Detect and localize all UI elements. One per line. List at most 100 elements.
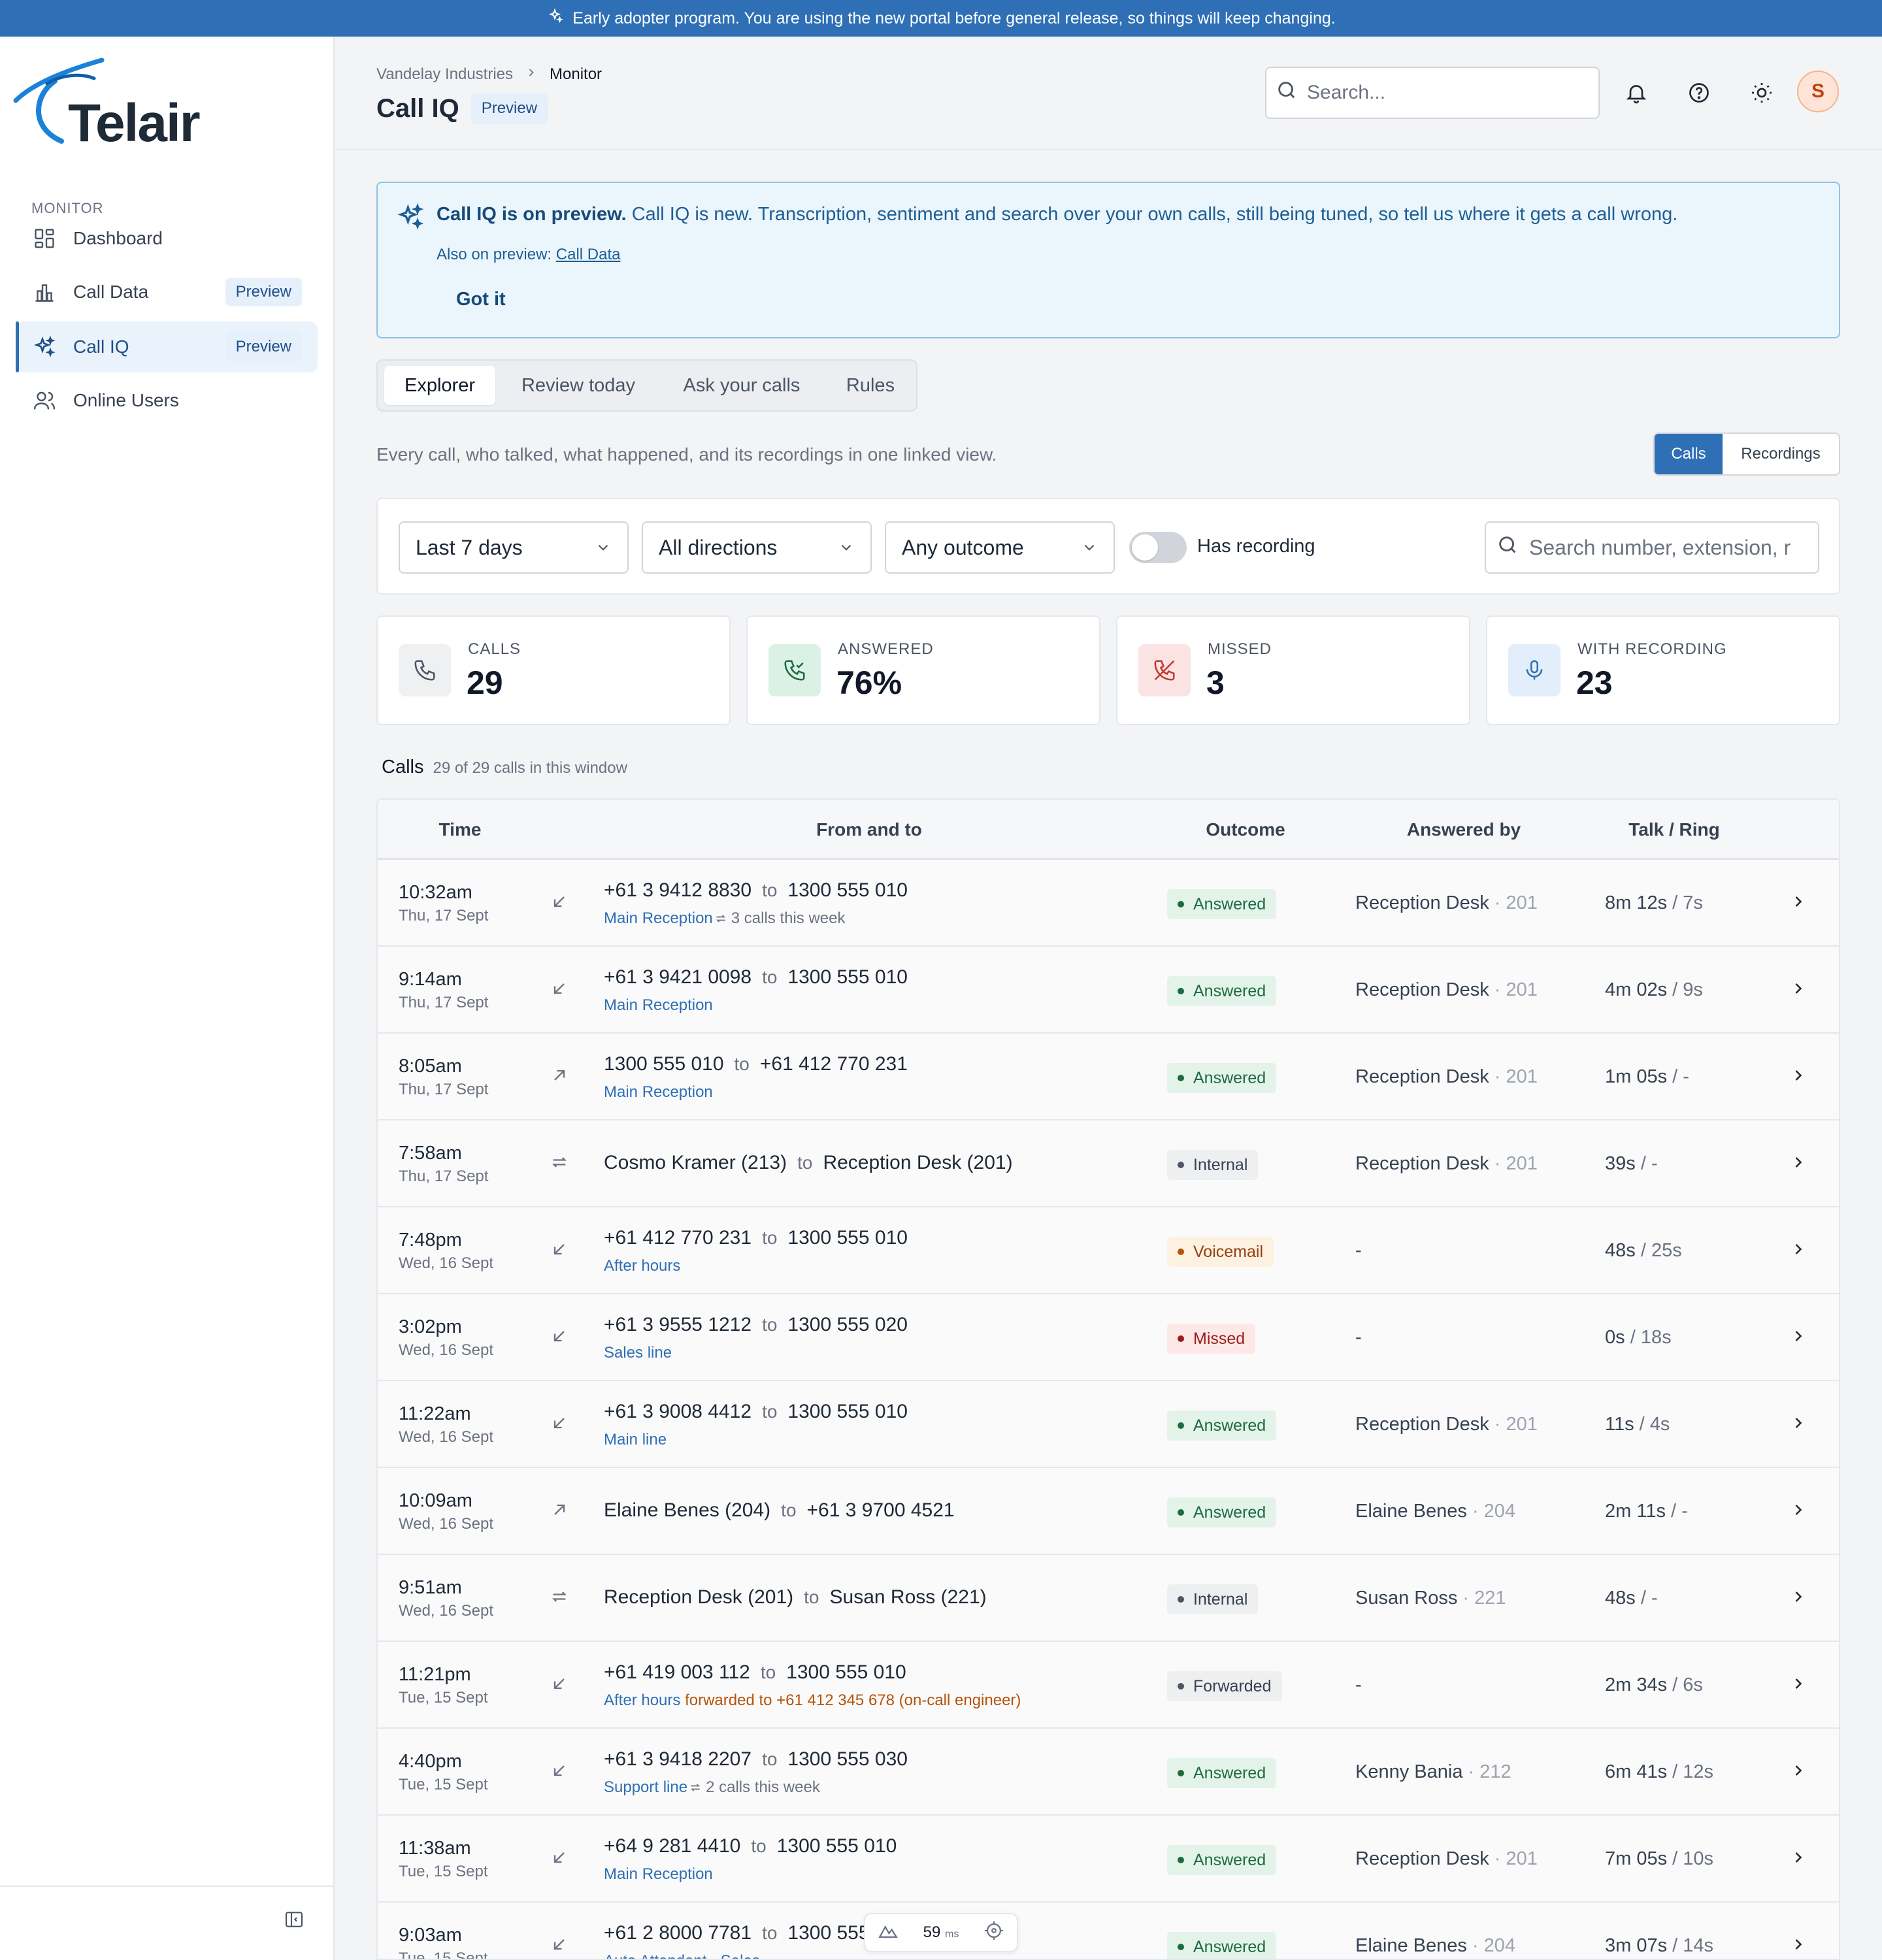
table-row[interactable]: 7:48pm Wed, 16 Sept +61 412 770 231 to 1300 … [378,1207,1839,1294]
incoming-call-icon [550,1761,570,1781]
chevron-right-icon[interactable] [1789,1414,1809,1433]
line-name[interactable]: Main Reception [604,1865,713,1883]
bell-icon[interactable] [1623,80,1649,106]
outcome-badge: Answered [1167,889,1277,919]
line-name[interactable]: Main Reception [604,996,713,1014]
call-data-link[interactable]: Call Data [556,246,621,263]
call-to: +61 3 9700 4521 [806,1499,955,1521]
sun-icon[interactable] [1749,80,1775,106]
table-row[interactable]: 8:05am Thu, 17 Sept 1300 555 010 to +61 412 … [378,1034,1839,1120]
chevron-right-icon[interactable] [1789,892,1809,912]
talk-ring: 48s / 25s [1605,1240,1682,1262]
answered-by: Reception Desk · 201 [1355,1066,1538,1088]
table-row[interactable]: 11:22am Wed, 16 Sept +61 3 9008 4412 to 1300… [378,1381,1839,1468]
line-name[interactable]: Main Reception [604,909,713,927]
tab-ask-your-calls[interactable]: Ask your calls [661,366,822,405]
line-name[interactable]: Sales line [604,1344,672,1362]
outcome-select[interactable]: Any outcome [885,521,1115,574]
call-to-separator: to [781,1500,797,1520]
chevron-right-icon[interactable] [1789,1761,1809,1781]
table-row[interactable]: 9:51am Wed, 16 Sept Reception Desk (201) to… [378,1555,1839,1642]
global-search-input[interactable]: Search... [1265,67,1600,119]
call-date: Thu, 17 Sept [399,1168,489,1185]
direction-select[interactable]: All directions [642,521,872,574]
chevron-right-icon[interactable] [1789,1935,1809,1955]
call-from: Cosmo Kramer (213) [604,1152,787,1173]
table-row[interactable]: 9:14am Thu, 17 Sept +61 3 9421 0098 to 1300 … [378,947,1839,1034]
table-row[interactable]: 4:40pm Tue, 15 Sept +61 3 9418 2207 to 1300 … [378,1729,1839,1816]
table-row[interactable]: 3:02pm Wed, 16 Sept +61 3 9555 1212 to 1300 … [378,1294,1839,1381]
answered-by: Reception Desk · 201 [1355,1414,1538,1435]
sidebar-item-call-data[interactable]: Call Data Preview [16,267,318,318]
line-name[interactable]: Auto Attendant · Sales [604,1952,760,1959]
answered-by-name: - [1355,1240,1362,1261]
chevron-right-icon[interactable] [1789,1240,1809,1260]
table-row[interactable]: 11:21pm Tue, 15 Sept +61 419 003 112 to 1300… [378,1642,1839,1729]
crosshair-icon[interactable] [983,1919,1005,1946]
outcome-badge: Answered [1167,1063,1277,1093]
answered-by-name: Reception Desk [1355,1848,1489,1869]
got-it-button[interactable]: Got it [456,289,506,310]
call-parties: +61 419 003 112 to 1300 555 010 [604,1661,906,1684]
line-name[interactable]: Main line [604,1431,667,1448]
help-icon[interactable] [1686,80,1712,106]
chevron-right-icon[interactable] [1789,1066,1809,1086]
chevron-right-icon[interactable] [1789,1153,1809,1173]
sidebar-item-call-iq[interactable]: Call IQ Preview [16,321,318,372]
line-name[interactable]: After hours [604,1257,680,1275]
tab-review-today[interactable]: Review today [503,366,653,405]
outcome-badge: Answered [1167,1411,1277,1441]
tab-rules[interactable]: Rules [830,366,911,405]
page-title-text: Call IQ [376,93,459,123]
talk-time: 2m 11s [1605,1501,1666,1522]
triangle-icon[interactable] [877,1919,899,1946]
chevron-right-icon[interactable] [1789,1501,1809,1520]
column-header-outcome[interactable]: Outcome [1206,819,1285,840]
talk-ring: 7m 05s / 10s [1605,1848,1713,1870]
column-header-answered-by[interactable]: Answered by [1407,819,1521,840]
answered-by: - [1355,1240,1362,1262]
table-row[interactable]: 9:03am Tue, 15 Sept +61 2 8000 7781 to 1300 … [378,1903,1839,1959]
call-time: 11:22am [399,1403,471,1424]
telair-logo[interactable]: Telair [9,55,218,153]
call-from: +61 412 770 231 [604,1227,752,1249]
table-row[interactable]: 10:09am Wed, 16 Sept Elaine Benes (204) to +… [378,1468,1839,1555]
line-name[interactable]: After hours [604,1691,680,1709]
chevron-down-icon [1084,544,1095,551]
sidebar-item-online-users[interactable]: Online Users [16,375,318,426]
period-select[interactable]: Last 7 days [399,521,629,574]
collapse-sidebar-icon[interactable] [284,1909,310,1935]
answered-by: Reception Desk · 201 [1355,1153,1538,1175]
answered-by: Susan Ross · 221 [1355,1588,1506,1609]
chevron-right-icon[interactable] [1789,1848,1809,1868]
call-line: Main Reception [604,1865,713,1884]
recordings-view-button[interactable]: Recordings [1723,434,1839,474]
column-header-talk-ring[interactable]: Talk / Ring [1628,819,1720,840]
line-name[interactable]: Main Reception [604,1083,713,1101]
brand-name: Telair [68,93,201,153]
answered-by-ext: · 212 [1468,1761,1511,1782]
tab-explorer[interactable]: Explorer [384,366,495,405]
chevron-right-icon[interactable] [1789,979,1809,999]
sidebar: Telair MONITOR Dashboard Call Data Previ… [0,37,335,1960]
direction-value: All directions [659,535,778,559]
calls-view-button[interactable]: Calls [1655,434,1723,474]
avatar[interactable]: S [1797,71,1839,112]
call-search-input[interactable]: Search number, extension, r [1485,521,1819,574]
breadcrumb-org[interactable]: Vandelay Industries [376,65,513,84]
call-time: 9:14am [399,969,462,990]
table-row[interactable]: 7:58am Thu, 17 Sept Cosmo Kramer (213) to Re… [378,1120,1839,1207]
chevron-right-icon[interactable] [1789,1588,1809,1607]
talk-ring: 3m 07s / 14s [1605,1935,1713,1957]
call-parties: +61 412 770 231 to 1300 555 010 [604,1227,908,1249]
column-header-from-to[interactable]: From and to [816,819,922,840]
line-name[interactable]: Support line [604,1778,687,1796]
table-row[interactable]: 10:32am Thu, 17 Sept +61 3 9412 8830 to 1300… [378,860,1839,947]
table-row[interactable]: 11:38am Tue, 15 Sept +64 9 281 4410 to 1300 … [378,1816,1839,1903]
chevron-right-icon[interactable] [1789,1674,1809,1694]
column-header-time[interactable]: Time [439,819,482,840]
chevron-right-icon[interactable] [1789,1327,1809,1347]
has-recording-toggle[interactable] [1129,532,1187,563]
call-to-separator: to [760,1662,776,1682]
sidebar-item-dashboard[interactable]: Dashboard [16,213,318,264]
